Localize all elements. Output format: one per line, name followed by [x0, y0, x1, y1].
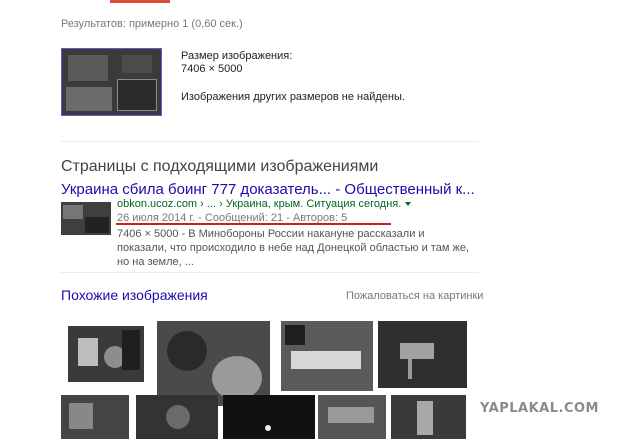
other-sizes-text: Изображения других размеров не найдены. [181, 91, 405, 103]
active-tab-indicator [110, 0, 170, 3]
thumbnail-region [68, 55, 108, 81]
tile-shape [122, 330, 140, 370]
similar-image-tile[interactable] [223, 395, 315, 439]
section-divider [61, 141, 479, 142]
query-image-thumbnail[interactable] [61, 48, 162, 116]
tile-shape [408, 359, 412, 379]
image-size-link[interactable]: 7406 × 5000 [181, 63, 242, 75]
tile-shape [166, 405, 190, 429]
result-thumbnail[interactable] [61, 202, 111, 235]
similar-image-tile[interactable] [281, 321, 373, 391]
report-images-link[interactable]: Пожаловаться на картинки [346, 290, 483, 302]
similar-image-tile[interactable] [61, 395, 129, 439]
thumbnail-region [66, 87, 112, 111]
tile-shape [291, 351, 361, 369]
chevron-down-icon[interactable] [405, 202, 412, 207]
thumbnail-region [63, 205, 83, 219]
similar-image-tile[interactable] [157, 321, 270, 406]
result-url-text: obkon.ucoz.com › ... › Украина, крым. Си… [117, 198, 402, 210]
thumbnail-region [85, 217, 109, 233]
tile-shape [69, 403, 93, 429]
tile-shape [78, 338, 98, 366]
annotation-underline [116, 223, 391, 225]
tile-shape [265, 425, 271, 431]
tile-shape [285, 325, 305, 345]
site-watermark: YAPLAKAL.COM [480, 401, 599, 416]
similar-image-tile[interactable] [378, 321, 467, 388]
results-stats: Результатов: примерно 1 (0,60 сек.) [61, 18, 243, 30]
similar-image-tile[interactable] [391, 395, 466, 439]
result-title-link[interactable]: Украина сбила боинг 777 доказатель... - … [61, 181, 475, 198]
tile-shape [400, 343, 434, 359]
similar-images-title[interactable]: Похожие изображения [61, 287, 208, 303]
tile-shape [167, 331, 207, 371]
tile-shape [328, 407, 374, 423]
thumbnail-region [117, 79, 157, 111]
tile-shape [212, 356, 262, 400]
section-divider [61, 272, 479, 273]
pages-section-title: Страницы с подходящими изображениями [61, 158, 379, 175]
tile-shape [417, 401, 433, 435]
thumbnail-region [122, 55, 152, 73]
similar-image-tile[interactable] [318, 395, 386, 439]
similar-image-tile[interactable] [136, 395, 218, 439]
similar-image-tile[interactable] [68, 326, 144, 382]
result-snippet: 7406 × 5000 - В Минобороны России накану… [117, 228, 469, 268]
result-url[interactable]: obkon.ucoz.com › ... › Украина, крым. Си… [117, 198, 412, 210]
image-size-label: Размер изображения: [181, 50, 293, 62]
